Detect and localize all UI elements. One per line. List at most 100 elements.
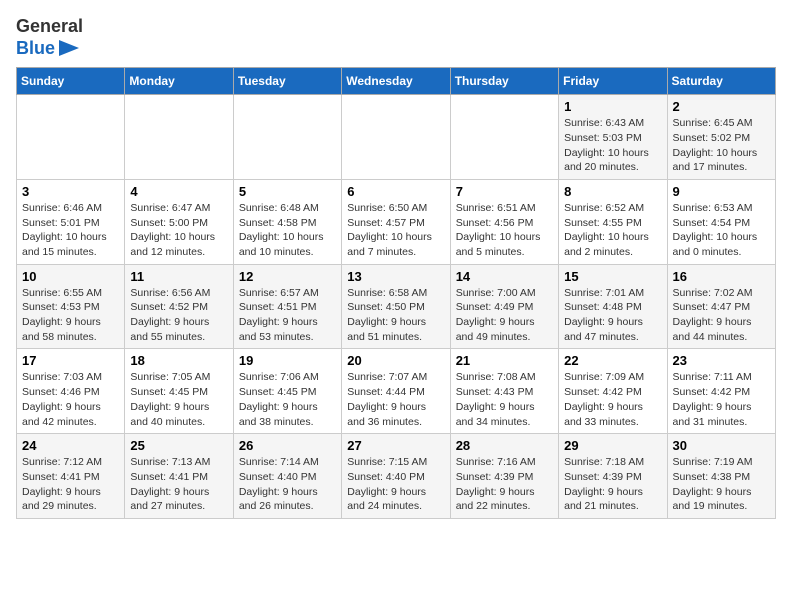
- day-info: Sunrise: 7:09 AM Sunset: 4:42 PM Dayligh…: [564, 370, 661, 429]
- day-info: Sunrise: 7:02 AM Sunset: 4:47 PM Dayligh…: [673, 286, 770, 345]
- day-info: Sunrise: 7:06 AM Sunset: 4:45 PM Dayligh…: [239, 370, 336, 429]
- calendar-cell: 17 Sunrise: 7:03 AM Sunset: 4:46 PM Dayli…: [17, 349, 125, 434]
- calendar-cell: 25 Sunrise: 7:13 AM Sunset: 4:41 PM Dayli…: [125, 434, 233, 519]
- day-number: 14: [456, 269, 553, 284]
- day-info: Sunrise: 7:00 AM Sunset: 4:49 PM Dayligh…: [456, 286, 553, 345]
- calendar-cell: 23Sunrise: 7:11 AM Sunset: 4:42 PM Dayli…: [667, 349, 775, 434]
- day-number: 16: [673, 269, 770, 284]
- day-info: Sunrise: 7:15 AM Sunset: 4:40 PM Dayligh…: [347, 455, 444, 514]
- day-info: Sunrise: 6:57 AM Sunset: 4:51 PM Dayligh…: [239, 286, 336, 345]
- calendar-cell: 10 Sunrise: 6:55 AM Sunset: 4:53 PM Dayli…: [17, 264, 125, 349]
- day-info: Sunrise: 7:08 AM Sunset: 4:43 PM Dayligh…: [456, 370, 553, 429]
- day-info: Sunrise: 6:58 AM Sunset: 4:50 PM Dayligh…: [347, 286, 444, 345]
- day-number: 6: [347, 184, 444, 199]
- day-info: Sunrise: 7:19 AM Sunset: 4:38 PM Dayligh…: [673, 455, 770, 514]
- calendar-cell: [342, 95, 450, 180]
- calendar-cell: 13Sunrise: 6:58 AM Sunset: 4:50 PM Dayli…: [342, 264, 450, 349]
- day-info: Sunrise: 6:55 AM Sunset: 4:53 PM Dayligh…: [22, 286, 119, 345]
- day-info: Sunrise: 7:11 AM Sunset: 4:42 PM Dayligh…: [673, 370, 770, 429]
- day-info: Sunrise: 6:56 AM Sunset: 4:52 PM Dayligh…: [130, 286, 227, 345]
- day-info: Sunrise: 7:03 AM Sunset: 4:46 PM Dayligh…: [22, 370, 119, 429]
- calendar-cell: 3 Sunrise: 6:46 AM Sunset: 5:01 PM Daylig…: [17, 179, 125, 264]
- day-info: Sunrise: 6:45 AM Sunset: 5:02 PM Dayligh…: [673, 116, 770, 175]
- day-number: 30: [673, 438, 770, 453]
- calendar-table: SundayMondayTuesdayWednesdayThursdayFrid…: [16, 67, 776, 519]
- day-number: 2: [673, 99, 770, 114]
- day-number: 26: [239, 438, 336, 453]
- day-number: 19: [239, 353, 336, 368]
- day-info: Sunrise: 7:16 AM Sunset: 4:39 PM Dayligh…: [456, 455, 553, 514]
- calendar-cell: 18 Sunrise: 7:05 AM Sunset: 4:45 PM Dayli…: [125, 349, 233, 434]
- logo: GeneralBlue: [16, 16, 83, 59]
- day-info: Sunrise: 6:46 AM Sunset: 5:01 PM Dayligh…: [22, 201, 119, 260]
- day-number: 29: [564, 438, 661, 453]
- day-info: Sunrise: 6:53 AM Sunset: 4:54 PM Dayligh…: [673, 201, 770, 260]
- day-number: 12: [239, 269, 336, 284]
- calendar-cell: 20 Sunrise: 7:07 AM Sunset: 4:44 PM Dayli…: [342, 349, 450, 434]
- calendar-cell: 14 Sunrise: 7:00 AM Sunset: 4:49 PM Dayli…: [450, 264, 558, 349]
- day-number: 7: [456, 184, 553, 199]
- calendar-cell: 4 Sunrise: 6:47 AM Sunset: 5:00 PM Daylig…: [125, 179, 233, 264]
- calendar-cell: 19 Sunrise: 7:06 AM Sunset: 4:45 PM Dayli…: [233, 349, 341, 434]
- logo-text: GeneralBlue: [16, 16, 83, 59]
- weekday-header-sunday: Sunday: [17, 68, 125, 95]
- day-info: Sunrise: 6:52 AM Sunset: 4:55 PM Dayligh…: [564, 201, 661, 260]
- calendar-cell: [233, 95, 341, 180]
- day-info: Sunrise: 7:05 AM Sunset: 4:45 PM Dayligh…: [130, 370, 227, 429]
- day-info: Sunrise: 6:43 AM Sunset: 5:03 PM Dayligh…: [564, 116, 661, 175]
- weekday-header-wednesday: Wednesday: [342, 68, 450, 95]
- day-info: Sunrise: 6:47 AM Sunset: 5:00 PM Dayligh…: [130, 201, 227, 260]
- day-info: Sunrise: 7:18 AM Sunset: 4:39 PM Dayligh…: [564, 455, 661, 514]
- day-number: 9: [673, 184, 770, 199]
- calendar-cell: 29 Sunrise: 7:18 AM Sunset: 4:39 PM Dayli…: [559, 434, 667, 519]
- calendar-cell: 26 Sunrise: 7:14 AM Sunset: 4:40 PM Dayli…: [233, 434, 341, 519]
- day-info: Sunrise: 7:12 AM Sunset: 4:41 PM Dayligh…: [22, 455, 119, 514]
- calendar-cell: 7 Sunrise: 6:51 AM Sunset: 4:56 PM Daylig…: [450, 179, 558, 264]
- day-number: 18: [130, 353, 227, 368]
- day-number: 21: [456, 353, 553, 368]
- calendar-cell: [125, 95, 233, 180]
- day-info: Sunrise: 7:07 AM Sunset: 4:44 PM Dayligh…: [347, 370, 444, 429]
- day-number: 25: [130, 438, 227, 453]
- logo-arrow-icon: [59, 40, 79, 56]
- calendar-cell: 30 Sunrise: 7:19 AM Sunset: 4:38 PM Dayli…: [667, 434, 775, 519]
- day-number: 28: [456, 438, 553, 453]
- calendar-cell: [450, 95, 558, 180]
- calendar-cell: 22Sunrise: 7:09 AM Sunset: 4:42 PM Dayli…: [559, 349, 667, 434]
- calendar-cell: 8 Sunrise: 6:52 AM Sunset: 4:55 PM Daylig…: [559, 179, 667, 264]
- calendar-cell: 28 Sunrise: 7:16 AM Sunset: 4:39 PM Dayli…: [450, 434, 558, 519]
- day-number: 8: [564, 184, 661, 199]
- calendar-cell: 6 Sunrise: 6:50 AM Sunset: 4:57 PM Daylig…: [342, 179, 450, 264]
- day-info: Sunrise: 6:48 AM Sunset: 4:58 PM Dayligh…: [239, 201, 336, 260]
- day-number: 11: [130, 269, 227, 284]
- day-number: 15: [564, 269, 661, 284]
- weekday-header-thursday: Thursday: [450, 68, 558, 95]
- day-number: 24: [22, 438, 119, 453]
- day-info: Sunrise: 7:14 AM Sunset: 4:40 PM Dayligh…: [239, 455, 336, 514]
- calendar-cell: 1 Sunrise: 6:43 AM Sunset: 5:03 PM Daylig…: [559, 95, 667, 180]
- day-number: 4: [130, 184, 227, 199]
- day-number: 3: [22, 184, 119, 199]
- calendar-cell: 24 Sunrise: 7:12 AM Sunset: 4:41 PM Dayli…: [17, 434, 125, 519]
- calendar-cell: 27Sunrise: 7:15 AM Sunset: 4:40 PM Dayli…: [342, 434, 450, 519]
- day-number: 10: [22, 269, 119, 284]
- day-number: 1: [564, 99, 661, 114]
- calendar-cell: 15 Sunrise: 7:01 AM Sunset: 4:48 PM Dayli…: [559, 264, 667, 349]
- weekday-header-tuesday: Tuesday: [233, 68, 341, 95]
- page-header: GeneralBlue: [16, 16, 776, 59]
- weekday-header-friday: Friday: [559, 68, 667, 95]
- day-info: Sunrise: 6:51 AM Sunset: 4:56 PM Dayligh…: [456, 201, 553, 260]
- day-info: Sunrise: 7:01 AM Sunset: 4:48 PM Dayligh…: [564, 286, 661, 345]
- weekday-header-monday: Monday: [125, 68, 233, 95]
- day-info: Sunrise: 7:13 AM Sunset: 4:41 PM Dayligh…: [130, 455, 227, 514]
- calendar-cell: [17, 95, 125, 180]
- calendar-cell: 12 Sunrise: 6:57 AM Sunset: 4:51 PM Dayli…: [233, 264, 341, 349]
- calendar-cell: 9 Sunrise: 6:53 AM Sunset: 4:54 PM Daylig…: [667, 179, 775, 264]
- calendar-cell: 11 Sunrise: 6:56 AM Sunset: 4:52 PM Dayli…: [125, 264, 233, 349]
- day-number: 17: [22, 353, 119, 368]
- calendar-cell: 5Sunrise: 6:48 AM Sunset: 4:58 PM Daylig…: [233, 179, 341, 264]
- weekday-header-saturday: Saturday: [667, 68, 775, 95]
- day-info: Sunrise: 6:50 AM Sunset: 4:57 PM Dayligh…: [347, 201, 444, 260]
- day-number: 20: [347, 353, 444, 368]
- calendar-cell: 2 Sunrise: 6:45 AM Sunset: 5:02 PM Daylig…: [667, 95, 775, 180]
